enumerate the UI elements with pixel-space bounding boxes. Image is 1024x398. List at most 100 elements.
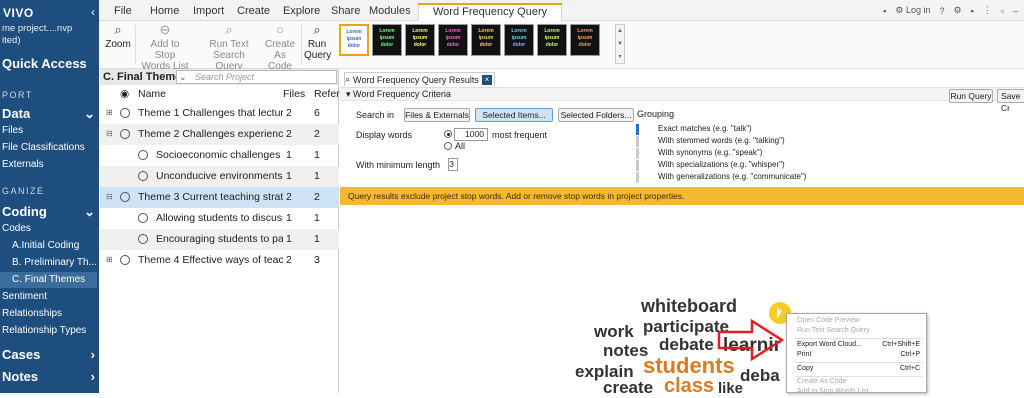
nav-item-files[interactable]: Files xyxy=(2,123,97,139)
pin-icon[interactable]: ▪ xyxy=(883,6,886,16)
nav-coding[interactable]: Coding ⌄ xyxy=(2,204,95,220)
minimize-icon[interactable]: – xyxy=(1013,6,1018,16)
grouping-slider-track[interactable] xyxy=(636,172,639,183)
menu-item-open-code-preview[interactable]: Open Code Preview xyxy=(797,317,920,327)
save-criteria-button[interactable]: Save Cr xyxy=(997,89,1024,113)
table-row[interactable]: ⊞ Theme 4 Effective ways of teachin 2 3 xyxy=(100,250,339,271)
quick-access[interactable]: Quick Access xyxy=(2,56,87,71)
collapse-icon[interactable]: ⊟ xyxy=(106,129,113,138)
menu-item-print[interactable]: Print Ctrl+P xyxy=(797,351,920,361)
menu-item-run-text-search[interactable]: Run Text Search Query xyxy=(797,327,920,337)
style-thumbnail[interactable]: Lorem ipsum dolor xyxy=(372,24,402,56)
collapse-icon[interactable]: ⊟ xyxy=(106,192,113,201)
grouping-slider-handle[interactable] xyxy=(636,124,639,135)
login-link[interactable]: ⚙ Log in xyxy=(895,5,930,16)
menu-item-copy[interactable]: Copy Ctrl+C xyxy=(797,365,920,375)
zoom-button[interactable]: ⌕ Zoom xyxy=(105,23,131,51)
menu-item-shortcut: Ctrl+C xyxy=(899,365,920,372)
tab-modules[interactable]: Modules xyxy=(369,5,411,17)
grouping-slider-track[interactable] xyxy=(636,160,639,171)
chevron-right-icon: › xyxy=(90,347,95,362)
settings-icon[interactable]: ⚙ xyxy=(954,5,962,16)
expand-icon[interactable]: ⊞ xyxy=(106,108,113,117)
table-row[interactable]: Allowing students to discuss a 1 1 xyxy=(100,208,339,229)
bell-icon[interactable]: ▪ xyxy=(971,6,974,16)
table-row[interactable]: Unconducive environments 1 1 xyxy=(100,166,339,187)
tab-share[interactable]: Share xyxy=(331,5,360,17)
run-query-button[interactable]: ⌕ Run Query xyxy=(304,23,331,62)
selected-items-button[interactable]: Selected Items... xyxy=(475,108,553,122)
display-count-input[interactable]: 1000 xyxy=(454,128,488,141)
style-thumbnail[interactable]: Lorem ipsum dolor xyxy=(570,24,600,56)
nav-item-externals[interactable]: Externals xyxy=(2,157,97,173)
ribbon-divider xyxy=(135,25,136,65)
nav-item-initial-coding[interactable]: A.Initial Coding xyxy=(12,238,97,254)
add-to-stop-words-button[interactable]: ⊖ Add to Stop Words List xyxy=(139,23,191,73)
nav-item-preliminary-themes[interactable]: B. Preliminary Th... xyxy=(12,255,97,271)
nav-item-codes[interactable]: Codes xyxy=(2,221,97,237)
all-words-radio[interactable] xyxy=(444,142,452,150)
grouping-slider-track[interactable] xyxy=(636,136,639,147)
project-name[interactable]: me project....nvp ited) xyxy=(2,23,72,47)
table-row[interactable]: ⊟ Theme 2 Challenges experienced 2 2 xyxy=(100,124,339,145)
nav-data[interactable]: Data ⌄ xyxy=(2,106,95,122)
collapse-criteria-icon[interactable]: ▾ xyxy=(346,89,351,99)
menu-item-create-as-code[interactable]: Create As Code xyxy=(797,378,920,388)
nav-item-sentiment[interactable]: Sentiment xyxy=(2,289,97,305)
criteria-header[interactable]: ▾ Word Frequency Criteria xyxy=(340,87,1024,101)
style-thumbnail[interactable]: Lorem ipsum dolor xyxy=(339,24,369,56)
nav-item-file-classifications[interactable]: File Classifications xyxy=(2,140,97,156)
table-row[interactable]: ⊞ Theme 1 Challenges that lecturers 2 6 xyxy=(100,103,339,124)
gallery-scroll[interactable]: ▲ ▼ ▾ xyxy=(615,24,625,64)
close-icon[interactable]: × xyxy=(481,74,492,85)
create-as-code-button[interactable]: ○ Create As Code xyxy=(261,23,299,73)
style-thumbnail[interactable]: Lorem ipsum dolor xyxy=(471,24,501,56)
tab-import[interactable]: Import xyxy=(193,5,224,17)
query-tab-title: Word Frequency Query Results xyxy=(353,74,479,85)
column-header-icon[interactable]: ◉ xyxy=(120,88,129,100)
nav-item-relationships[interactable]: Relationships xyxy=(2,306,97,322)
grouping-slider-track[interactable] xyxy=(636,148,639,159)
style-thumbnail[interactable]: Lorem ipsum dolor xyxy=(504,24,534,56)
column-header-name[interactable]: Name xyxy=(138,88,166,100)
selected-folders-button[interactable]: Selected Folders... xyxy=(558,108,634,122)
tab-create[interactable]: Create xyxy=(237,5,270,17)
display-words-label: Display words xyxy=(356,130,413,140)
tab-word-frequency-query[interactable]: Word Frequency Query xyxy=(418,3,563,22)
run-query-criteria-button[interactable]: Run Query xyxy=(949,89,993,103)
nav-cases[interactable]: Cases › xyxy=(2,347,95,362)
tab-home[interactable]: Home xyxy=(150,5,179,17)
most-frequent-radio[interactable] xyxy=(444,130,452,138)
tab-explore[interactable]: Explore xyxy=(283,5,320,17)
menu-item-export-word-cloud[interactable]: Export Word Cloud... Ctrl+Shift+E xyxy=(797,341,920,351)
column-header-files[interactable]: Files xyxy=(283,88,305,100)
tab-file[interactable]: File xyxy=(114,5,132,17)
table-row[interactable]: Encouraging students to partic 1 1 xyxy=(100,229,339,250)
node-references: 2 xyxy=(314,128,320,140)
query-results-tab[interactable]: ⌕ Word Frequency Query Results × xyxy=(344,72,495,86)
expand-icon[interactable]: ⊞ xyxy=(106,255,113,264)
table-row[interactable]: ⊟ Theme 3 Current teaching strategi 2 2 xyxy=(100,187,339,208)
grouping-option: With generalizations (e.g. "communicate"… xyxy=(658,172,807,181)
node-references: 1 xyxy=(314,233,320,245)
column-header-references[interactable]: Refer xyxy=(314,88,340,100)
search-scope-dropdown-icon[interactable]: ⌄ xyxy=(179,71,187,83)
style-thumbnail[interactable]: Lorem ipsum dolor xyxy=(405,24,435,56)
menu-item-add-to-stop-words[interactable]: Add to Stop Words List xyxy=(797,388,920,398)
files-externals-button[interactable]: Files & Externals xyxy=(404,108,470,122)
nav-item-final-themes[interactable]: C. Final Themes xyxy=(0,272,97,288)
style-thumbnail[interactable]: Lorem ipsum dolor xyxy=(438,24,468,56)
node-name: Allowing students to discuss a xyxy=(156,212,283,224)
run-text-search-button[interactable]: ⌕ Run Text Search Query xyxy=(199,23,259,73)
style-thumbnail[interactable]: Lorem ipsum dolor xyxy=(537,24,567,56)
app-brand: VIVO xyxy=(3,6,34,20)
help-icon[interactable]: ? xyxy=(939,6,944,16)
more-icon[interactable]: ⋮ xyxy=(983,5,992,16)
min-length-input[interactable]: 3 xyxy=(448,158,458,171)
nav-notes[interactable]: Notes › xyxy=(2,369,95,384)
chat-icon[interactable]: ▫ xyxy=(1001,6,1004,16)
collapse-nav-icon[interactable]: ‹ xyxy=(91,5,95,19)
nav-item-relationship-types[interactable]: Relationship Types xyxy=(2,323,97,339)
search-project-input[interactable]: ⌄ Search Project xyxy=(176,70,337,84)
table-row[interactable]: Socioeconomic challenges 1 1 xyxy=(100,145,339,166)
